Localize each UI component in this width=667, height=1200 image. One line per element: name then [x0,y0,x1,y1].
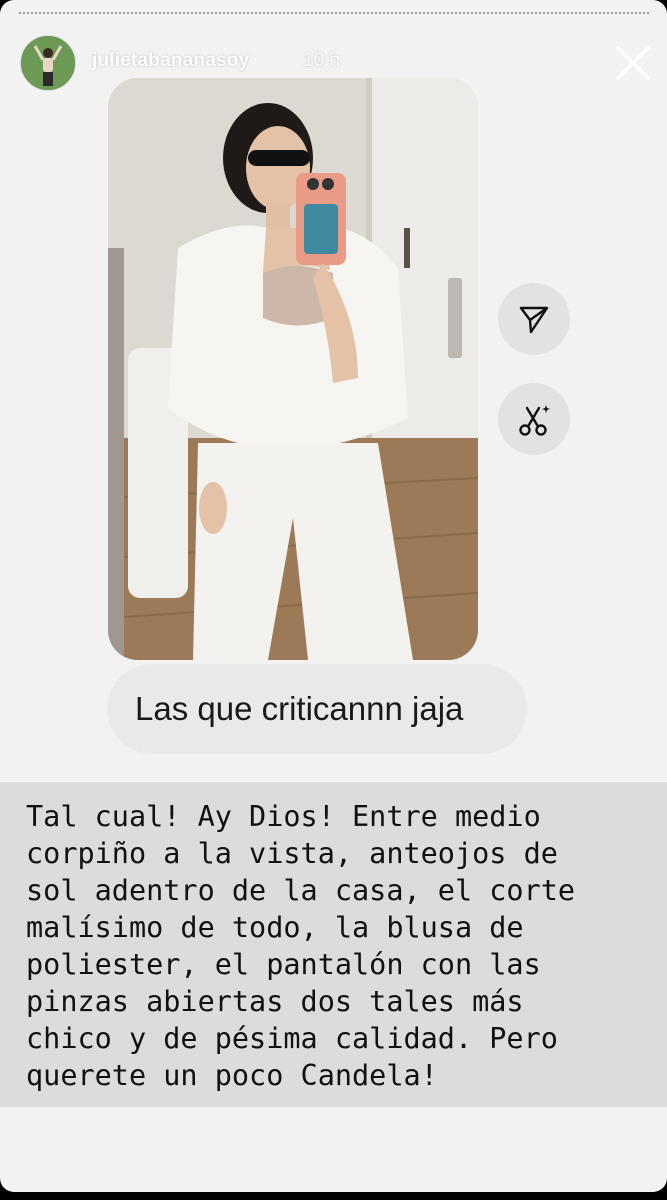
close-button[interactable] [610,40,656,86]
caption-text: Las que criticannn jaja [135,690,464,727]
avatar[interactable] [20,35,76,91]
mirror-selfie-image [108,78,478,660]
timestamp: 10 h [303,50,340,71]
scissors-sparkle-icon [519,405,550,436]
shared-photo[interactable] [108,78,478,660]
caption-bubble: Las que criticannn jaja [107,664,527,754]
avatar-image [21,36,75,90]
story-progress-bar [18,12,649,14]
username[interactable]: julietabananasoy [92,50,249,72]
close-icon [616,46,650,80]
remix-button[interactable] [498,383,570,455]
story-text-overlay: Tal cual! Ay Dios! Entre medio corpiño a… [0,782,667,1107]
story-viewer: julietabananasoy 10 h Las que criticannn… [0,0,667,1192]
send-icon [519,306,549,334]
share-button[interactable] [498,283,570,355]
